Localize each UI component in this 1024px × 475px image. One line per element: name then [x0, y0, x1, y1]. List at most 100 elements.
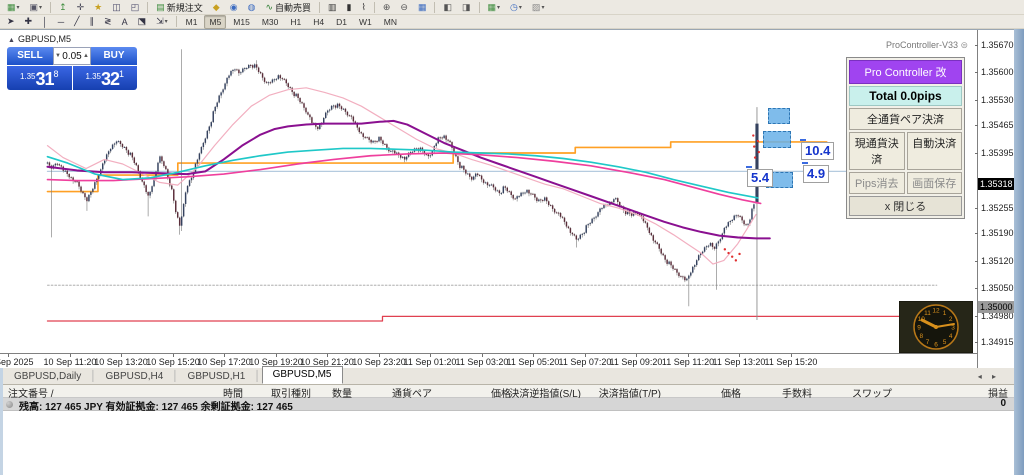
pro-controller-title[interactable]: Pro Controller 改 [849, 60, 962, 84]
dropdown-arrow-icon[interactable]: ▾ [519, 4, 522, 11]
metaeditor-button[interactable]: ◆ [209, 1, 224, 13]
pips-distance-label[interactable]: 4.9 [803, 165, 829, 183]
clear-pips-button[interactable]: Pips消去 [849, 172, 905, 194]
selection-rectangle-object[interactable] [768, 108, 790, 124]
zoom-out-button[interactable]: ⊖ [396, 1, 412, 13]
dropdown-arrow-icon[interactable]: ▾ [39, 4, 42, 11]
crosshair-button[interactable]: ✚ [21, 16, 37, 28]
collapse-icon[interactable]: ▲ [8, 37, 15, 44]
periods-icon: ◷ [510, 2, 518, 13]
gear-icon[interactable]: ⊜ [961, 40, 969, 50]
clock-number: 8 [919, 333, 923, 340]
price-axis-label: 1.35530 [981, 95, 1014, 105]
dropdown-arrow-icon[interactable]: ▾ [17, 4, 20, 11]
indicators-icon: ▦ [488, 2, 497, 13]
arrows-button[interactable]: ⇲▾ [152, 16, 172, 28]
indicators-button[interactable]: ▦▾ [484, 1, 505, 13]
arrows-icon: ⇲ [156, 16, 164, 27]
tile-windows-button[interactable]: ▦ [414, 1, 431, 13]
pips-distance-label[interactable]: 10.4 [801, 142, 834, 160]
new-chart-button[interactable]: ▦▾ [3, 1, 24, 13]
zoom-in-icon: ⊕ [383, 2, 391, 13]
close-panel-button[interactable]: x 閉じる [849, 196, 962, 216]
screen-capture-button[interactable]: 画面保存 [907, 172, 963, 194]
lot-increase-icon[interactable]: ▲ [82, 53, 90, 59]
timeframe-mn[interactable]: MN [379, 15, 402, 29]
terminal-balance-row[interactable]: 残高: 127 465 JPY 有効証拠金: 127 465 余剰証拠金: 12… [0, 398, 1014, 411]
clock-number: 12 [932, 308, 940, 315]
close-all-pairs-button[interactable]: 全通貨ペア決済 [849, 108, 962, 130]
chart-shift-button[interactable]: ◨ [458, 1, 475, 13]
trendline-button[interactable]: ╱ [70, 16, 83, 28]
zoom-in-button[interactable]: ⊕ [379, 1, 395, 13]
toolbar-separator [434, 2, 435, 13]
channel-button[interactable]: ∥ [86, 16, 99, 28]
price-tick [975, 125, 978, 126]
periods-button[interactable]: ◷▾ [506, 1, 526, 13]
data-window-button[interactable]: ✛ [73, 1, 89, 13]
profiles-icon: ▣ [30, 2, 39, 13]
close-current-pair-button[interactable]: 現通貨決済 [849, 132, 905, 170]
tab-gbpusd-m5[interactable]: GBPUSD,M5 [262, 366, 343, 384]
price-axis-label: 1.35050 [981, 283, 1014, 293]
time-axis[interactable]: 10 Sep 202510 Sep 11:2010 Sep 13:2010 Se… [0, 353, 977, 369]
new-order-icon: ▤ [156, 2, 165, 13]
timeframe-m30[interactable]: M30 [257, 15, 284, 29]
buy-button[interactable]: BUY [91, 47, 137, 65]
market-watch-button[interactable]: ↥ [55, 1, 71, 13]
terminal-button[interactable]: ◫ [108, 1, 125, 13]
lot-size-field[interactable]: ▼ 0.05 ▲ [53, 47, 91, 65]
time-axis-label: 10 Sep 13:20 [94, 357, 148, 367]
horizontal-line-button[interactable]: ─ [54, 16, 68, 28]
candlestick-chart-button[interactable]: ▮ [343, 1, 356, 13]
template-button[interactable]: ▨▾ [528, 1, 549, 13]
profiles-button[interactable]: ▣▾ [26, 1, 47, 13]
timeframe-m5[interactable]: M5 [204, 15, 226, 29]
selection-rectangle-object[interactable] [763, 131, 791, 148]
fibonacci-button[interactable]: ≷ [100, 16, 116, 28]
price-tick [975, 72, 978, 73]
bar-chart-button[interactable]: ▥ [324, 1, 341, 13]
cursor-icon: ➤ [7, 16, 15, 27]
dropdown-arrow-icon[interactable]: ▾ [497, 4, 500, 11]
globe-button[interactable]: ◍ [244, 1, 260, 13]
dropdown-arrow-icon[interactable]: ▾ [165, 18, 168, 25]
vertical-line-button[interactable]: │ [38, 16, 52, 28]
price-chart[interactable] [0, 30, 977, 354]
chart-symbol-title[interactable]: ▲GBPUSD,M5 [8, 34, 71, 44]
lot-decrease-icon[interactable]: ▼ [54, 53, 62, 59]
experts-button[interactable]: ◉ [226, 1, 242, 13]
timeframe-m1[interactable]: M1 [181, 15, 203, 29]
lot-value[interactable]: 0.05 [62, 51, 82, 62]
profit-value: 0 [1000, 398, 1006, 409]
tab-scroll-arrows[interactable]: ◂ ▸ [978, 372, 1000, 381]
sell-button[interactable]: SELL [7, 47, 53, 65]
cursor-button[interactable]: ➤ [3, 16, 19, 28]
analog-clock-widget[interactable]: 121234567891011 [899, 301, 973, 353]
navigator-button[interactable]: ★ [90, 1, 106, 13]
tab-gbpusd-daily[interactable]: GBPUSD,Daily [6, 370, 89, 384]
auto-scroll-button[interactable]: ◧ [439, 1, 456, 13]
price-axis[interactable]: 1.356701.356001.355301.354651.353951.352… [977, 30, 1014, 369]
text-label-button[interactable]: ⬔ [134, 16, 151, 28]
dropdown-arrow-icon[interactable]: ▾ [541, 4, 544, 11]
pips-distance-label[interactable]: 5.4 [747, 169, 773, 187]
timeframe-m15[interactable]: M15 [228, 15, 255, 29]
tab-gbpusd-h1[interactable]: GBPUSD,H1 [180, 370, 254, 384]
timeframe-d1[interactable]: D1 [331, 15, 352, 29]
new-order-button[interactable]: ▤新規注文 [152, 1, 207, 13]
strategy-tester-button[interactable]: ◰ [127, 1, 144, 13]
text-button[interactable]: A [118, 16, 132, 28]
autotrading-button[interactable]: ∿自動売買 [261, 1, 315, 13]
timeframe-w1[interactable]: W1 [354, 15, 377, 29]
buy-price[interactable]: 1.35321 [73, 66, 138, 90]
toolbar-separator [50, 2, 51, 13]
timeframe-h4[interactable]: H4 [308, 15, 329, 29]
sell-price[interactable]: 1.35318 [7, 66, 72, 90]
tab-gbpusd-h4[interactable]: GBPUSD,H4 [98, 370, 172, 384]
auto-close-button[interactable]: 自動決済 [907, 132, 963, 170]
line-chart-button[interactable]: ⌇ [357, 1, 369, 13]
window-right-edge[interactable] [1014, 29, 1024, 475]
toolbar-tools: ➤✚│─╱∥≷A⬔⇲▾M1M5M15M30H1H4D1W1MN [0, 15, 1024, 29]
timeframe-h1[interactable]: H1 [285, 15, 306, 29]
